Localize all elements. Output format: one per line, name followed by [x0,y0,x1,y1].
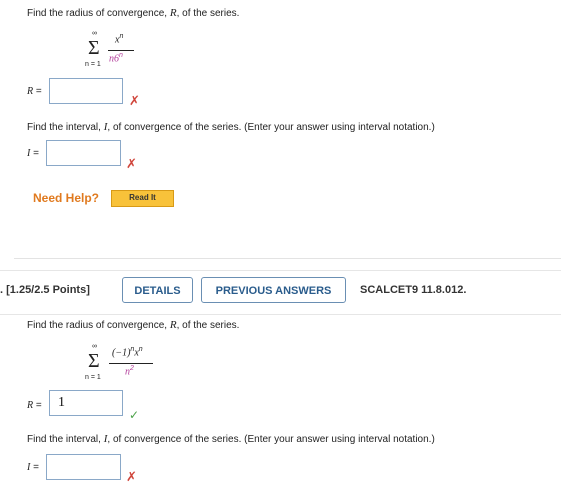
sum-lower-limit: n = 1 [85,374,101,381]
q1-interval-incorrect-icon: ✗ [126,157,137,172]
fraction-bar [109,363,153,364]
q2-series-formula: ∞ Σ n = 1 (−1)nxn n2 [84,343,184,387]
q2-interval-incorrect-icon: ✗ [126,470,137,485]
q1-interval-prompt: Find the interval, I, of convergence of … [27,121,435,133]
q1-radius-incorrect-icon: ✗ [129,94,140,109]
previous-answers-button[interactable]: PREVIOUS ANSWERS [201,277,346,303]
sum-upper-limit: ∞ [92,343,97,350]
q1-series-formula: ∞ Σ n = 1 xn n6n [84,30,164,74]
q1-r-label: R = [27,86,42,97]
sum-lower-limit: n = 1 [85,61,101,68]
section-divider [14,258,561,259]
q2-i-label: I = [27,462,39,473]
fraction-numerator: xn [115,33,124,46]
q1-radius-prompt: Find the radius of convergence, R, of th… [27,7,240,19]
fraction-bar [108,50,134,51]
q1-radius-input[interactable] [49,78,123,104]
problem-code: SCALCET9 11.8.012. [360,284,467,296]
q2-radius-correct-icon: ✓ [129,408,140,422]
q1-interval-input[interactable] [46,140,121,166]
points-label: . [1.25/2.5 Points] [0,284,90,296]
q2-r-label: R = [27,400,42,411]
q2-interval-input[interactable] [46,454,121,480]
sum-upper-limit: ∞ [92,30,97,37]
sigma-symbol: Σ [88,37,100,59]
q2-radius-prompt: Find the radius of convergence, R, of th… [27,319,240,331]
q1-i-label: I = [27,148,39,159]
q2-interval-prompt: Find the interval, I, of convergence of … [27,433,435,445]
sigma-symbol: Σ [88,350,100,372]
read-it-button[interactable]: Read It [111,190,174,207]
fraction-denominator: n6n [109,52,123,65]
details-button[interactable]: DETAILS [122,277,193,303]
fraction-numerator: (−1)nxn [112,346,143,359]
q2-radius-input[interactable] [49,390,123,416]
fraction-denominator: n2 [125,365,134,378]
need-help-link[interactable]: Need Help? [33,191,99,205]
